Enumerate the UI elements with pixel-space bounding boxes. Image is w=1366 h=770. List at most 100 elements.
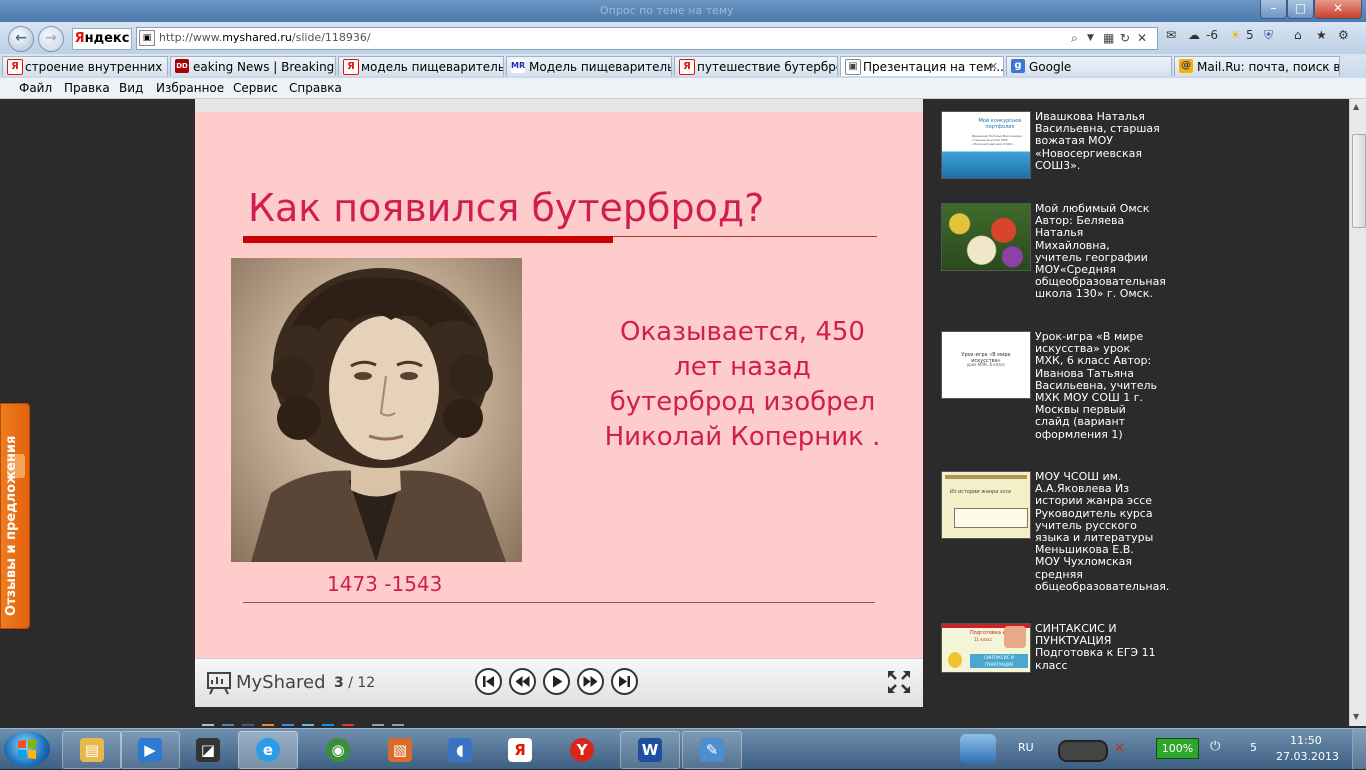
- taskbar-notepad[interactable]: ✎: [682, 731, 742, 769]
- home-icon[interactable]: ⌂: [1294, 28, 1302, 42]
- tab-5[interactable]: Япутешествие бутербро...: [674, 56, 838, 76]
- gear-icon[interactable]: ⚙: [1338, 28, 1349, 42]
- tab-close-icon[interactable]: ✕: [989, 57, 998, 76]
- security-icon[interactable]: ⛨: [1264, 28, 1273, 43]
- related-title[interactable]: МОУ ЧСОШ им. А.А.Яковлева Из истории жан…: [1035, 470, 1169, 593]
- tab-1[interactable]: Ястроение внутренних о...: [2, 56, 168, 76]
- mail-icon[interactable]: ✉: [1166, 28, 1176, 42]
- tab-6-active[interactable]: ▣ Презентация на тем... ✕: [840, 56, 1004, 76]
- page-content: Как появился бутерброд? Оказывается, 450…: [0, 99, 1349, 726]
- portrait-image: [231, 258, 522, 562]
- first-slide-button[interactable]: [475, 668, 502, 695]
- related-title[interactable]: Урок-игра «В мире искусства» урок МХК, 6…: [1035, 330, 1160, 441]
- scroll-up-icon[interactable]: ▲: [1353, 102, 1359, 111]
- fullscreen-icon[interactable]: [886, 669, 912, 695]
- address-bar[interactable]: ▣ http://www.myshared.ru/slide/118936/ ⌕…: [136, 27, 1158, 50]
- yandex-logo[interactable]: Яндекс: [72, 28, 132, 50]
- play-button[interactable]: [543, 668, 570, 695]
- tab-label: Презентация на тем...: [863, 60, 1004, 74]
- scroll-down-icon[interactable]: ▼: [1353, 712, 1359, 721]
- google-favicon-icon: g: [1011, 59, 1025, 73]
- previous-slide-button[interactable]: [509, 668, 536, 695]
- title-underline: [243, 236, 613, 243]
- compatibility-icon[interactable]: ▦: [1103, 31, 1114, 45]
- share-icons: [200, 721, 410, 726]
- battery-indicator[interactable]: 100%: [1156, 738, 1199, 759]
- tab-2[interactable]: DD eaking News | Breaking ...: [170, 56, 336, 76]
- related-thumbnail[interactable]: [941, 203, 1031, 271]
- feedback-label: Отзывы и предложения: [4, 435, 19, 616]
- related-title[interactable]: Мой любимый Омск Автор: Беляева Наталья …: [1035, 202, 1166, 301]
- tray-pill-icon[interactable]: [1058, 740, 1108, 762]
- cloud-icon: ☁: [1188, 28, 1200, 42]
- slide-body-text: Оказывается, 450 лет назад бутерброд изо…: [604, 317, 881, 452]
- clock-time[interactable]: 11:50: [1290, 734, 1322, 747]
- next-slide-button[interactable]: [577, 668, 604, 695]
- taskbar-browser[interactable]: ◉: [308, 731, 368, 769]
- taskbar-paint[interactable]: ▧: [370, 731, 430, 769]
- folder-icon: ▤: [80, 738, 104, 762]
- vertical-scrollbar[interactable]: ▲ ▼: [1349, 99, 1366, 726]
- favorites-star-icon[interactable]: ★: [1316, 28, 1327, 42]
- tab-4[interactable]: MR Модель пищеваритель...: [506, 56, 672, 76]
- taskbar-explorer[interactable]: ▤: [62, 731, 122, 769]
- show-desktop-button[interactable]: [1352, 729, 1366, 769]
- search-icon[interactable]: ⌕: [1071, 31, 1078, 46]
- tab-8[interactable]: @ Mail.Ru: почта, поиск в ...: [1174, 56, 1340, 76]
- refresh-icon[interactable]: ↻: [1120, 31, 1130, 45]
- tab-label: Mail.Ru: почта, поиск в ...: [1197, 60, 1340, 74]
- yandex-browser-icon: Y: [570, 738, 594, 762]
- thumb-title: Из истории жанра эссе: [950, 489, 1012, 495]
- clock-date[interactable]: 27.03.2013: [1276, 750, 1339, 763]
- slide-counter: 3 / 12: [334, 675, 376, 691]
- url-text[interactable]: http://www.myshared.ru/slide/118936/: [159, 31, 371, 44]
- tab-3[interactable]: Ямодель пищеваритель...: [338, 56, 504, 76]
- myshared-logo[interactable]: MyShared: [236, 672, 326, 693]
- forward-button[interactable]: →: [38, 26, 64, 52]
- related-thumbnail[interactable]: Из истории жанра эссе: [941, 471, 1031, 539]
- tab-label: строение внутренних о...: [25, 60, 167, 74]
- taskbar-media-player[interactable]: ▶: [120, 731, 180, 769]
- related-thumbnail[interactable]: Мой конкурсное портфолио Ивашкова Наталь…: [941, 111, 1031, 179]
- menu-edit[interactable]: Правка: [64, 81, 110, 95]
- taskbar-internet-explorer[interactable]: e: [238, 731, 298, 769]
- related-title[interactable]: СИНТАКСИС И ПУНКТУАЦИЯ Подготовка к ЕГЭ …: [1035, 622, 1160, 672]
- tab-7[interactable]: g Google: [1006, 56, 1172, 76]
- taskbar-scanner[interactable]: ◪: [178, 731, 238, 769]
- feedback-tab[interactable]: Отзывы и предложения: [0, 403, 30, 629]
- scroll-thumb[interactable]: [1352, 134, 1366, 228]
- network-monitor-icon[interactable]: [960, 734, 996, 764]
- power-plug-icon[interactable]: ⏻: [1210, 739, 1230, 755]
- menu-file[interactable]: Файл: [19, 81, 52, 95]
- slide-title: Как появился бутерброд?: [248, 186, 765, 230]
- menu-view[interactable]: Вид: [119, 81, 143, 95]
- language-indicator[interactable]: RU: [1018, 741, 1034, 754]
- thumb-subtitle: Ивашкова Наталья Васильевна, старшая вож…: [972, 134, 1023, 146]
- menu-help[interactable]: Справка: [289, 81, 342, 95]
- paint-icon: ▧: [388, 738, 412, 762]
- stop-icon[interactable]: ✕: [1137, 31, 1147, 45]
- related-thumbnail[interactable]: Урок-игра «В мире искусства» урок МХК, 6…: [941, 331, 1031, 399]
- window-title: Опрос по теме на тему: [600, 4, 734, 17]
- network-error-icon[interactable]: ✕: [1114, 741, 1125, 756]
- menu-tools[interactable]: Сервис: [233, 81, 278, 95]
- taskbar-yandex-browser[interactable]: Y: [552, 731, 612, 769]
- related-title[interactable]: Ивашкова Наталья Васильевна, старшая вож…: [1035, 110, 1160, 172]
- taskbar-volume[interactable]: ◖: [430, 731, 490, 769]
- taskbar-word[interactable]: W: [620, 731, 680, 769]
- window-titlebar: Опрос по теме на тему – □ ✕: [0, 0, 1366, 22]
- chevron-down-icon[interactable]: ▼: [1087, 33, 1094, 43]
- maximize-button[interactable]: □: [1287, 0, 1314, 19]
- last-slide-button[interactable]: [611, 668, 638, 695]
- tab-label: eaking News | Breaking ...: [193, 60, 336, 74]
- menu-favorites[interactable]: Избранное: [156, 81, 224, 95]
- slide[interactable]: Как появился бутерброд? Оказывается, 450…: [195, 112, 923, 658]
- start-button[interactable]: [4, 731, 50, 767]
- tray-counter[interactable]: 5: [1250, 741, 1257, 754]
- close-window-button[interactable]: ✕: [1314, 0, 1362, 19]
- related-thumbnail[interactable]: Подготовка к ЕГЭ 11 класс СИНТАКСИС И ПУ…: [941, 623, 1031, 673]
- back-button[interactable]: ←: [8, 26, 34, 52]
- minimize-button[interactable]: –: [1260, 0, 1287, 19]
- taskbar-yandex[interactable]: Я: [490, 731, 550, 769]
- weather-count: 5: [1246, 28, 1254, 42]
